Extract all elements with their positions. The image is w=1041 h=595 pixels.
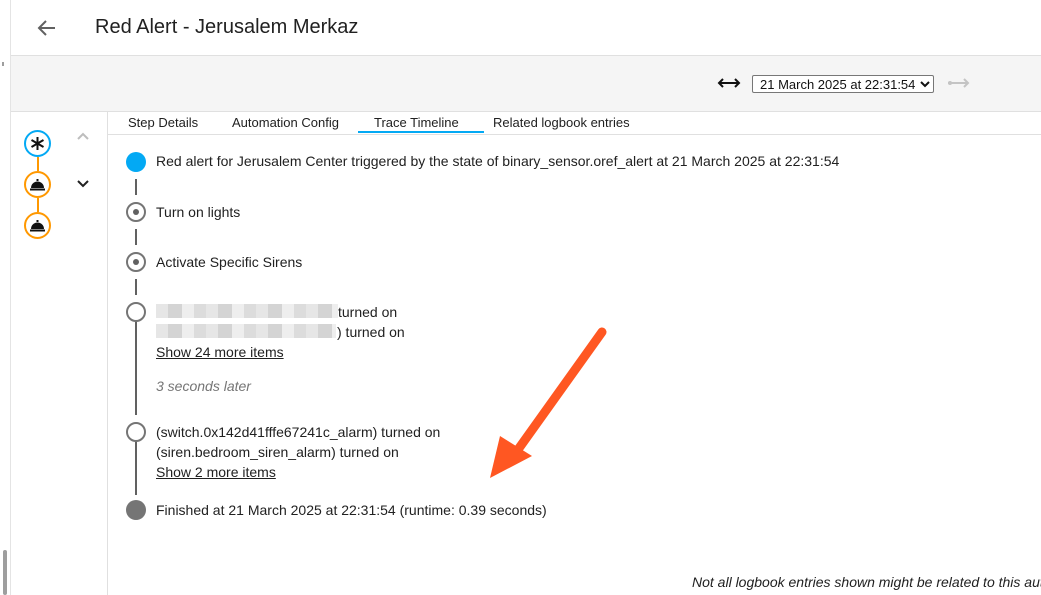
next-trace-button <box>946 75 970 91</box>
timeline-step-sirens: Activate Specific Sirens <box>156 254 303 270</box>
timeline-trigger-dot <box>126 152 146 172</box>
chevron-up-icon <box>77 132 89 140</box>
arrow-left-right-icon <box>717 78 741 88</box>
timeline-logbook-dot <box>126 302 146 322</box>
logbook-entry-text: turned on <box>338 304 398 320</box>
back-button[interactable] <box>33 14 61 42</box>
tab-step-details[interactable]: Step Details <box>128 115 198 130</box>
left-scroll-strip <box>0 0 11 595</box>
page-title: Red Alert - Jerusalem Merkaz <box>95 16 359 38</box>
timeline-step-dot <box>126 202 146 222</box>
timeline-step-dot <box>126 252 146 272</box>
logbook-entry-text: (switch.0x142d41fffe67241c_alarm) turned… <box>156 424 441 440</box>
trace-run-select[interactable]: 21 March 2025 at 22:31:54 <box>752 75 934 93</box>
graph-node-action-lights[interactable] <box>24 171 51 198</box>
annotation-arrow-icon <box>490 327 607 478</box>
show-more-items-link[interactable]: Show 2 more items <box>156 464 276 480</box>
redacted-entity-name <box>156 324 336 338</box>
service-bell-icon <box>30 220 45 232</box>
timeline-connector <box>135 279 137 295</box>
timeline-gap-label: 3 seconds later <box>156 378 251 394</box>
graph-node-action-sirens[interactable] <box>24 212 51 239</box>
collapse-button[interactable] <box>75 128 91 144</box>
arrow-right-disabled-icon <box>948 78 970 88</box>
timeline-step-lights: Turn on lights <box>156 204 241 220</box>
show-more-items-link[interactable]: Show 24 more items <box>156 344 284 360</box>
timeline-connector <box>135 321 137 415</box>
graph-node-trigger[interactable] <box>24 130 51 157</box>
graph-link <box>37 157 39 171</box>
fit-width-button[interactable] <box>717 75 741 91</box>
tab-trace-timeline[interactable]: Trace Timeline <box>374 115 459 130</box>
chevron-down-icon <box>77 180 89 188</box>
arrow-left-icon <box>37 20 55 36</box>
trace-graph <box>11 112 108 595</box>
trace-toolbar: 21 March 2025 at 22:31:54 <box>11 56 1041 112</box>
timeline-connector <box>135 229 137 245</box>
tab-related-logbook[interactable]: Related logbook entries <box>493 115 630 130</box>
expand-button[interactable] <box>75 176 91 192</box>
timeline-connector <box>135 179 137 195</box>
service-bell-icon <box>30 179 45 191</box>
timeline-finish-dot <box>126 500 146 520</box>
asterisk-icon <box>28 134 47 153</box>
left-scrollbar-thumb[interactable] <box>3 550 7 595</box>
logbook-entry-text: (siren.bedroom_siren_alarm) turned on <box>156 444 399 460</box>
redacted-entity-name <box>156 304 338 318</box>
timeline-connector <box>135 441 137 495</box>
trace-tabs: Step Details Automation Config Trace Tim… <box>108 112 1041 135</box>
timeline-finished-text: Finished at 21 March 2025 at 22:31:54 (r… <box>156 502 547 518</box>
active-tab-indicator <box>358 131 484 133</box>
timeline-trigger-text: Red alert for Jerusalem Center triggered… <box>156 153 840 169</box>
logbook-entry-text: ) turned on <box>337 324 405 340</box>
page-header: Red Alert - Jerusalem Merkaz <box>11 0 1041 56</box>
graph-link <box>37 198 39 212</box>
timeline-logbook-dot <box>126 422 146 442</box>
scroll-tick <box>2 62 4 66</box>
tab-automation-config[interactable]: Automation Config <box>232 115 339 130</box>
logbook-disclaimer: Not all logbook entries shown might be r… <box>692 574 1041 590</box>
